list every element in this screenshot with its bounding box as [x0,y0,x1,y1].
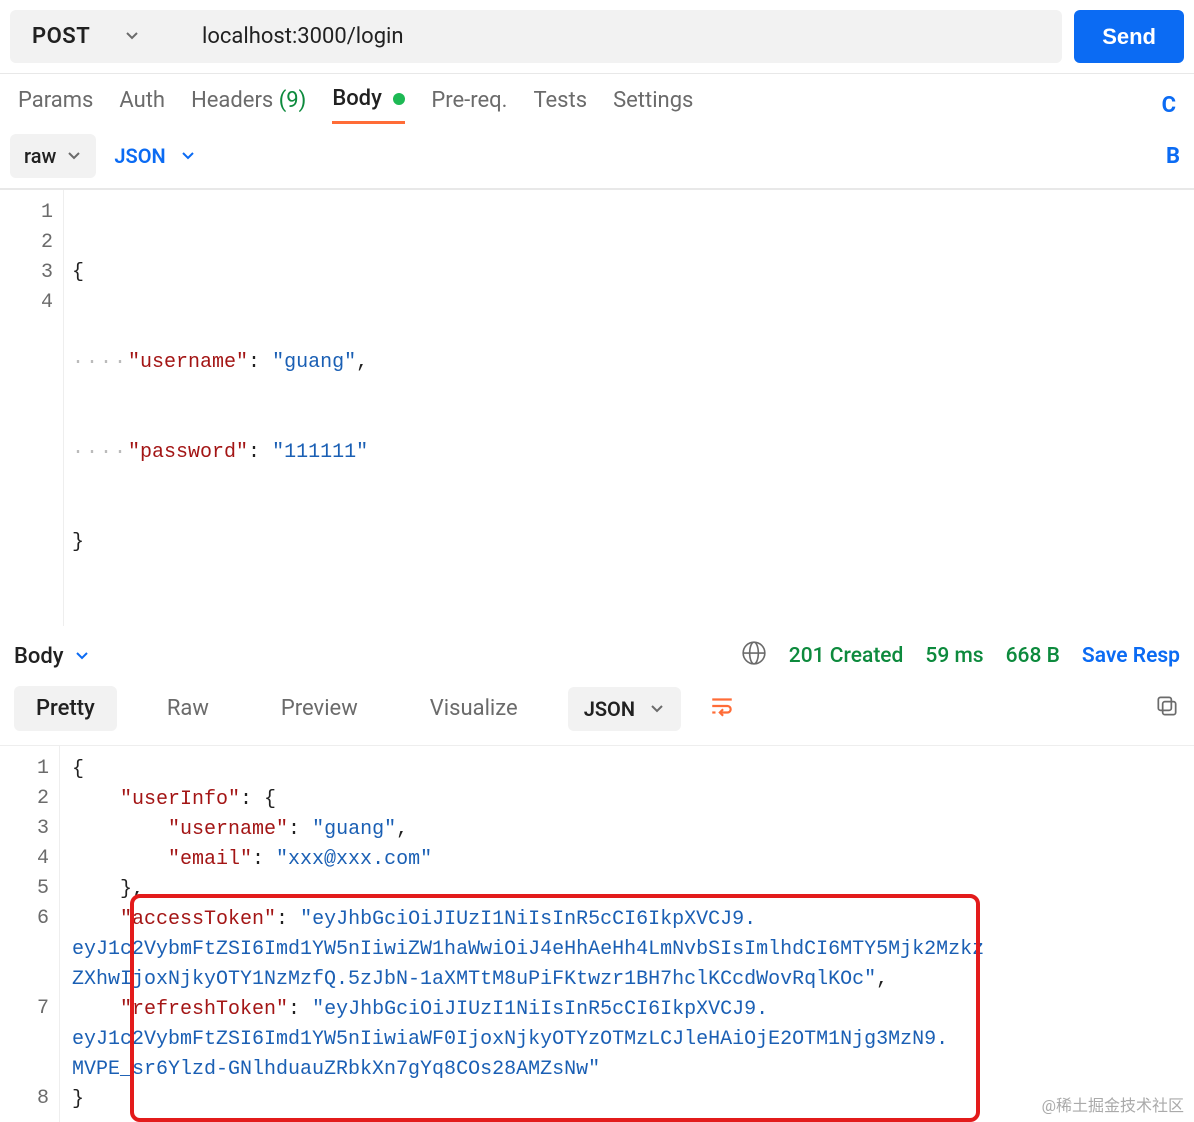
code-area[interactable]: { "userInfo": { "username": "guang", "em… [60,746,1194,1122]
chevron-down-icon [124,24,140,49]
response-section-select[interactable]: Body [14,644,90,669]
response-format-label: JSON [584,697,635,721]
response-header: Body 201 Created 59 ms 668 B Save Resp [0,626,1194,678]
line-gutter: 1 2 3 4 5 6 7 8 [0,746,60,1122]
response-view-tabs: Pretty Raw Preview Visualize JSON [0,678,1194,745]
request-bar: POST localhost:3000/login Send [0,0,1194,74]
body-type-row: raw JSON B [0,124,1194,189]
tab-headers-label: Headers [191,88,273,113]
code-area[interactable]: { ····"username": "guang", ····"password… [64,190,376,626]
watermark: @稀土掘金技术社区 [1042,1092,1184,1116]
http-method-select[interactable]: POST [10,10,180,63]
dot-indicator-icon [393,93,405,105]
body-format-label: JSON [114,144,165,168]
resp-tab-pretty[interactable]: Pretty [14,686,117,731]
tab-headers[interactable]: Headers (9) [191,88,306,123]
save-response-button[interactable]: Save Resp [1082,644,1180,668]
tab-tests[interactable]: Tests [533,88,587,123]
tab-prereq[interactable]: Pre-req. [431,88,507,123]
response-time: 59 ms [925,644,983,668]
url-input[interactable]: localhost:3000/login [180,10,1062,63]
resp-tab-visualize[interactable]: Visualize [408,686,540,731]
body-raw-label: raw [24,144,56,168]
line-number: 1 [8,198,53,228]
body-format-select[interactable]: JSON [114,144,195,168]
copy-icon[interactable] [1154,693,1180,725]
response-section-label: Body [14,644,64,669]
headers-count: (9) [279,88,307,113]
request-tabs: Params Auth Headers (9) Body Pre-req. Te… [0,74,1194,124]
line-number: 4 [8,288,53,318]
tab-auth[interactable]: Auth [119,88,165,123]
wrap-lines-icon[interactable] [709,693,735,725]
globe-icon[interactable] [741,640,767,672]
shortcut-letter: C [1162,93,1176,118]
line-gutter: 1 2 3 4 [0,190,64,626]
chevron-down-icon [74,644,90,669]
chevron-down-icon [66,144,82,168]
shortcut-letter: B [1166,144,1180,169]
resp-tab-preview[interactable]: Preview [259,686,380,731]
send-button[interactable]: Send [1074,10,1184,63]
tab-body-label: Body [332,86,382,111]
tab-settings[interactable]: Settings [613,88,693,123]
response-format-select[interactable]: JSON [568,687,681,731]
request-body-editor[interactable]: 1 2 3 4 { ····"username": "guang", ····"… [0,189,1194,626]
line-number: 2 [8,228,53,258]
response-size: 668 B [1006,644,1060,668]
status-code: 201 Created [789,644,904,668]
line-number: 3 [8,258,53,288]
body-raw-select[interactable]: raw [10,134,96,178]
url-text: localhost:3000/login [202,24,404,49]
response-body-editor[interactable]: 1 2 3 4 5 6 7 8 { "userInfo": { "usernam… [0,745,1194,1122]
resp-tab-raw[interactable]: Raw [145,686,231,731]
chevron-down-icon [180,144,196,168]
method-label: POST [32,24,90,49]
chevron-down-icon [649,697,665,721]
tab-params[interactable]: Params [18,88,93,123]
tab-body[interactable]: Body [332,86,405,124]
